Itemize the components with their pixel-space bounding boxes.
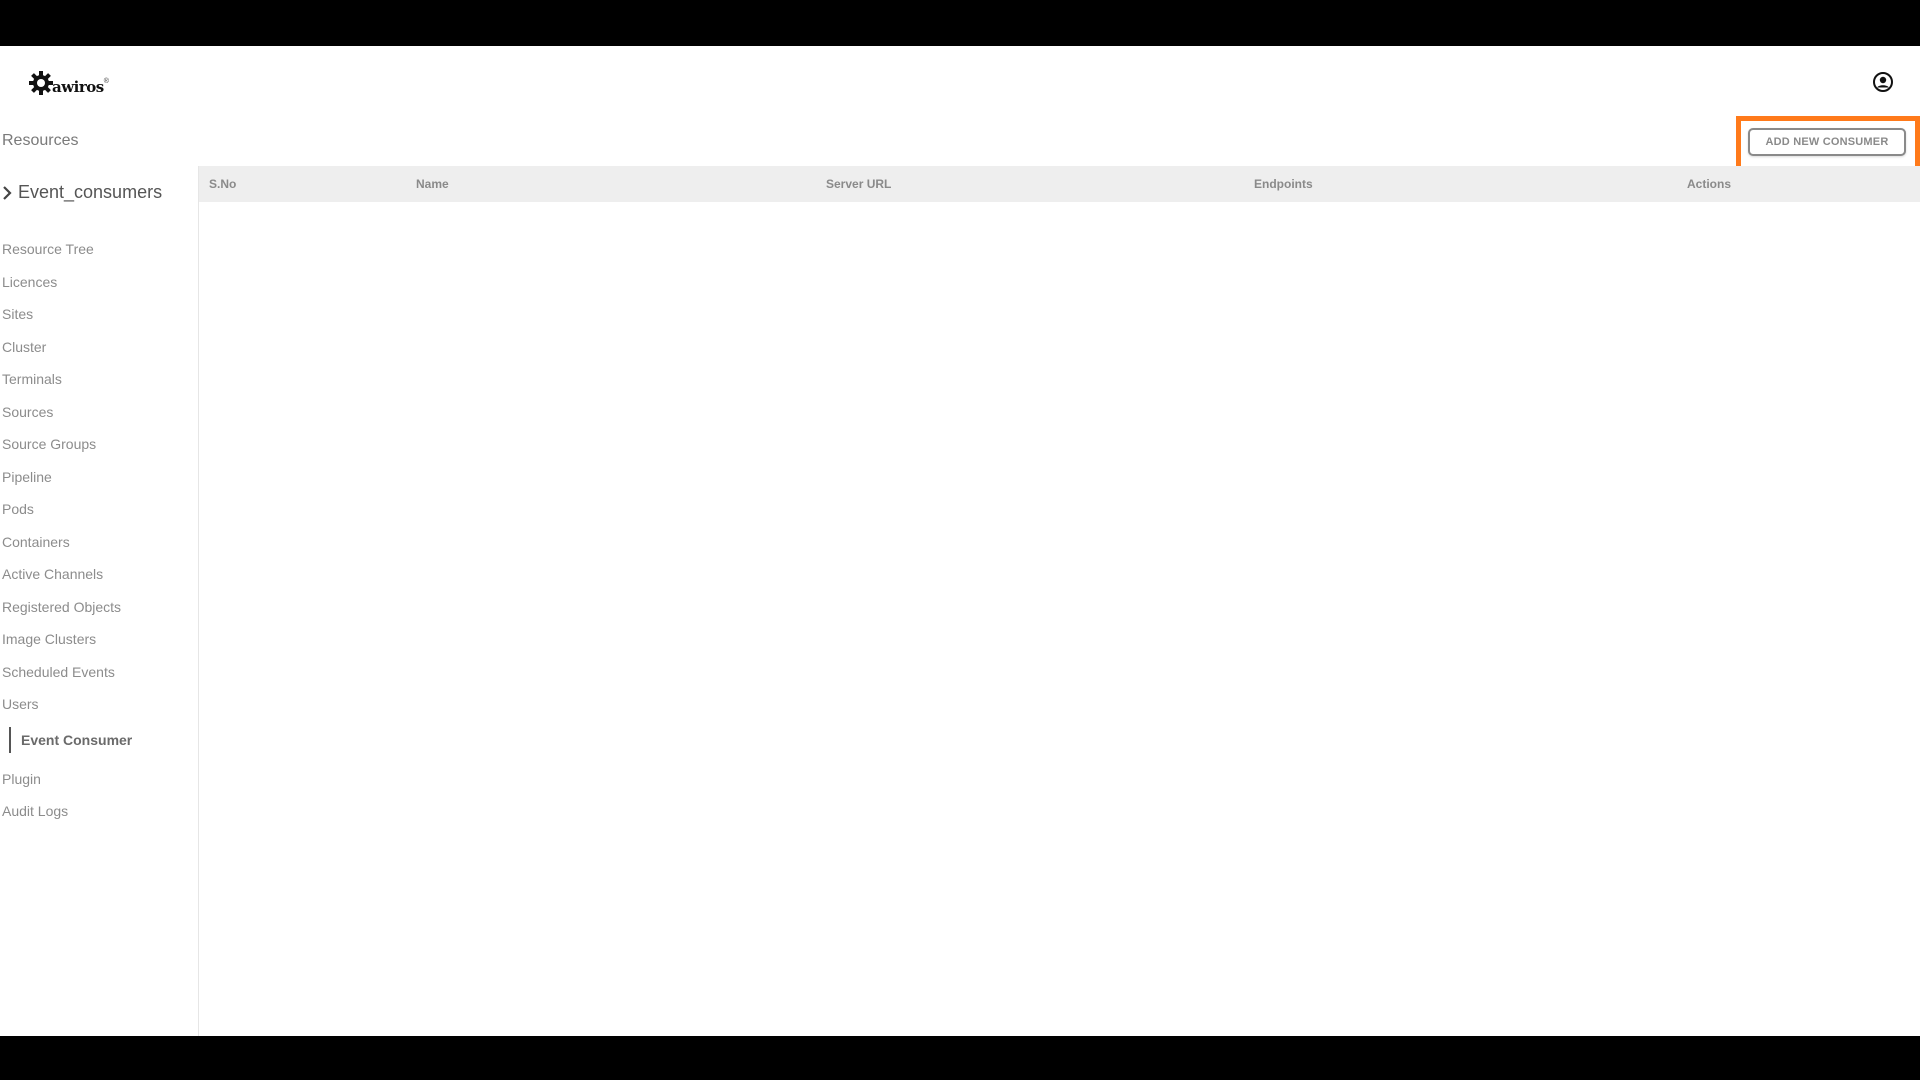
- letterbox-bottom: [0, 1036, 1920, 1080]
- column-header-name: Name: [416, 177, 449, 191]
- sidebar-item-cluster[interactable]: Cluster: [2, 339, 46, 355]
- sidebar-item-plugin[interactable]: Plugin: [2, 771, 41, 787]
- top-bar: awiros ®: [0, 46, 1920, 118]
- sidebar-item-licences[interactable]: Licences: [2, 274, 57, 290]
- gear-logo-icon: [29, 71, 53, 95]
- sidebar-item-active-channels[interactable]: Active Channels: [2, 566, 103, 582]
- sidebar-item-users[interactable]: Users: [2, 696, 39, 712]
- app-window: awiros ® Resources ADD NEW CONSUMER Even…: [0, 46, 1920, 1036]
- sidebar-item-source-groups[interactable]: Source Groups: [2, 436, 96, 452]
- chevron-right-icon: [3, 185, 12, 200]
- breadcrumb-label: Event_consumers: [18, 182, 163, 202]
- sidebar-item-registered-objects[interactable]: Registered Objects: [2, 599, 121, 615]
- sidebar-item-audit-logs[interactable]: Audit Logs: [2, 803, 68, 819]
- sidebar-item-resource-tree[interactable]: Resource Tree: [2, 241, 94, 257]
- resources-bar: Resources: [0, 118, 1920, 166]
- sidebar-item-sites[interactable]: Sites: [2, 306, 33, 322]
- sidebar-item-event-consumer[interactable]: Event Consumer: [9, 727, 132, 753]
- sidebar-item-image-clusters[interactable]: Image Clusters: [2, 631, 96, 647]
- breadcrumb[interactable]: Event_consumers: [2, 182, 162, 203]
- page-title: Resources: [2, 132, 79, 149]
- logo-text: awiros: [52, 78, 104, 96]
- column-header-endpoints: Endpoints: [1254, 177, 1313, 191]
- column-header-actions: Actions: [1687, 177, 1732, 191]
- sidebar-item-scheduled-events[interactable]: Scheduled Events: [2, 664, 115, 680]
- account-circle-icon[interactable]: [1872, 71, 1894, 93]
- sidebar-item-pods[interactable]: Pods: [2, 501, 34, 517]
- column-header-sno: S.No: [209, 177, 237, 191]
- consumers-table: S.No Name Server URL Endpoints Actions: [199, 166, 1920, 1036]
- column-header-server-url: Server URL: [826, 177, 892, 191]
- awiros-logo[interactable]: awiros ®: [28, 68, 109, 98]
- add-new-consumer-button[interactable]: ADD NEW CONSUMER: [1748, 128, 1906, 156]
- letterbox-top: [0, 0, 1920, 46]
- logo-registered-mark: ®: [103, 77, 109, 85]
- table-header: S.No Name Server URL Endpoints Actions: [199, 166, 1920, 202]
- sidebar-item-sources[interactable]: Sources: [2, 404, 53, 420]
- sidebar-item-pipeline[interactable]: Pipeline: [2, 469, 52, 485]
- sidebar-item-containers[interactable]: Containers: [2, 534, 70, 550]
- sidebar: Event_consumers Resource Tree Licences S…: [0, 166, 199, 1036]
- sidebar-item-terminals[interactable]: Terminals: [2, 371, 62, 387]
